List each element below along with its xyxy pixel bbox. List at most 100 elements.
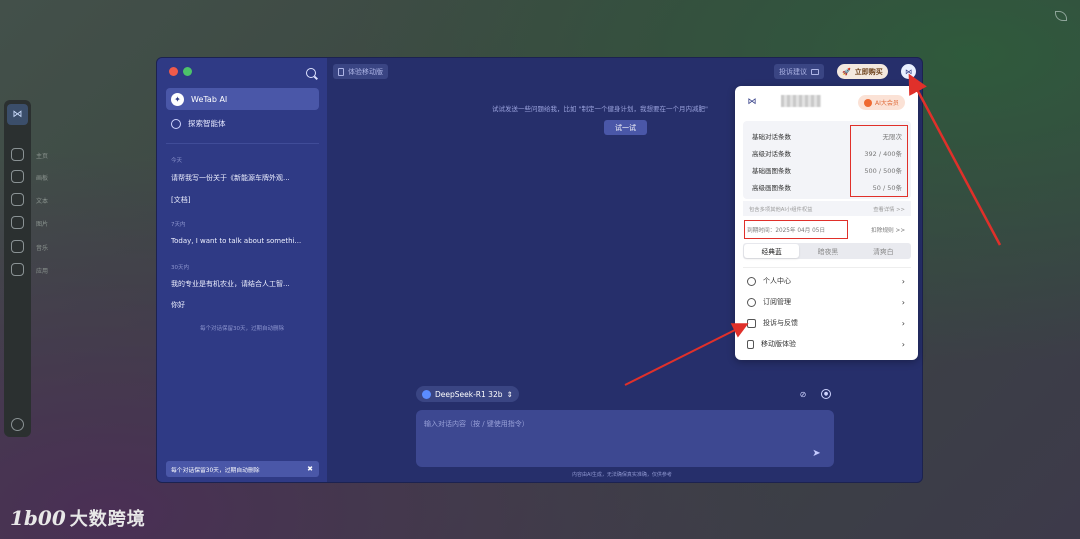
member-icon	[864, 98, 872, 107]
perk-text: 包含多项其他AI小组件权益	[749, 206, 813, 213]
prompt-hint: 试试发送一些问题给我，比如 "制定一个健身计划，我想要在一个月内减肥"	[492, 105, 709, 113]
perk-row[interactable]: 包含多项其他AI小组件权益 查看详情 >>	[743, 201, 911, 216]
dock-label-apps: 应用	[36, 268, 49, 275]
avatar[interactable]: ⋈	[901, 64, 916, 79]
sidebar: ✦ WeTab AI 探索智能体 今天 请帮我写一份关于《新能源车牌外观... …	[157, 58, 327, 482]
dock-label-home: 主页	[36, 153, 49, 160]
member-badge[interactable]: AI大会员	[858, 95, 905, 110]
banner-text: 每个对话保留30天，过期自动删除	[171, 467, 260, 474]
window-controls	[169, 67, 192, 76]
model-name: DeepSeek-R1 32b	[435, 389, 503, 399]
buy-now-label: 立即购买	[854, 67, 883, 76]
new-chat-icon[interactable]: ●	[821, 389, 831, 399]
subscription-icon	[747, 297, 756, 307]
sidebar-item-explore[interactable]: 探索智能体	[171, 118, 226, 129]
explore-icon	[171, 118, 181, 129]
maximize-dot[interactable]	[183, 67, 192, 76]
theme-switcher: 经典蓝 暗夜黑 清爽白	[743, 243, 911, 259]
conversation-item[interactable]: 你好	[171, 300, 316, 310]
conversation-item[interactable]: [文档]	[171, 195, 316, 205]
menu-subscription[interactable]: 订阅管理 ›	[747, 295, 905, 309]
deduction-rule-link[interactable]: 扣除规则 >>	[871, 225, 905, 234]
member-badge-label: AI大会员	[875, 100, 899, 107]
dock-label-music: 音乐	[36, 245, 49, 252]
input-placeholder: 输入对话内容（按 / 键使用指令）	[424, 420, 529, 428]
chevron-right-icon: ›	[901, 318, 905, 328]
mobile-version-button[interactable]: 体验移动版	[333, 64, 388, 79]
phone-icon	[747, 339, 754, 349]
dock-label-board: 画板	[36, 175, 49, 182]
brand-logo: 1b00	[10, 506, 66, 530]
menu-mobile[interactable]: 移动版体验 ›	[747, 337, 905, 351]
close-dot[interactable]	[169, 67, 178, 76]
wetab-ai-icon: ✦	[171, 92, 184, 106]
retention-note: 每个对话保留30天，过期自动删除	[200, 326, 284, 332]
conversation-item[interactable]: Today, I want to talk about somethi...	[171, 237, 316, 245]
quota-label: 高级画图条数	[752, 184, 791, 192]
highlight-box-expiry	[744, 220, 848, 239]
chevron-right-icon: ›	[901, 297, 905, 307]
quota-label: 高级对话条数	[752, 150, 791, 158]
dock-label-text: 文本	[36, 198, 49, 205]
retention-banner: 每个对话保留30天，过期自动删除 ✖	[166, 461, 319, 477]
group-label-today: 今天	[171, 158, 183, 164]
dock-label-image: 图片	[36, 221, 49, 228]
menu-label: 订阅管理	[763, 298, 791, 306]
theme-dark[interactable]: 暗夜黑	[800, 243, 855, 259]
rocket-icon: 🚀	[842, 67, 851, 76]
clear-icon[interactable]: ⊘	[798, 389, 808, 399]
send-icon[interactable]: ➤	[811, 448, 822, 459]
sidebar-item-label: 探索智能体	[188, 119, 226, 128]
sidebar-item-wetab-ai[interactable]: ✦ WeTab AI	[166, 88, 319, 110]
theme-light[interactable]: 清爽白	[856, 243, 911, 259]
divider	[166, 143, 319, 144]
chevron-updown-icon: ⇕	[506, 389, 513, 399]
theme-classic-blue[interactable]: 经典蓝	[744, 244, 800, 258]
menu-personal-center[interactable]: 个人中心 ›	[747, 274, 905, 288]
model-selector[interactable]: DeepSeek-R1 32b ⇕	[416, 386, 519, 402]
home-icon[interactable]	[11, 148, 24, 161]
quota-label: 基础画图条数	[752, 167, 791, 175]
text-icon[interactable]	[11, 193, 24, 206]
add-icon[interactable]	[11, 418, 24, 431]
try-button[interactable]: 试一试	[604, 120, 647, 135]
message-icon	[811, 68, 819, 75]
arrow-to-avatar	[908, 73, 1002, 246]
perk-link[interactable]: 查看详情 >>	[873, 205, 905, 213]
feedback-icon	[747, 318, 756, 328]
menu-label: 个人中心	[763, 277, 791, 285]
menu-feedback[interactable]: 投诉与反馈 ›	[747, 316, 905, 330]
avatar-icon: ⋈	[747, 97, 757, 107]
search-icon[interactable]	[306, 68, 316, 78]
sidebar-item-label: WeTab AI	[191, 94, 228, 104]
board-icon[interactable]	[11, 170, 24, 183]
feedback-label: 投诉建议	[779, 67, 807, 76]
deepseek-icon	[422, 389, 431, 399]
mobile-version-label: 体验移动版	[348, 67, 383, 76]
brand-text: 大数跨境	[69, 509, 146, 530]
username-blurred	[781, 95, 821, 107]
wetab-logo-icon[interactable]: ⋈	[7, 104, 28, 125]
buy-now-button[interactable]: 🚀 立即购买	[837, 64, 888, 79]
leaf-icon[interactable]	[1055, 11, 1067, 21]
chevron-right-icon: ›	[901, 339, 905, 349]
close-icon[interactable]: ✖	[307, 465, 313, 473]
ai-disclaimer: 内容由AI生成，无法确保真实准确，仅供参考	[572, 472, 672, 478]
chevron-right-icon: ›	[901, 276, 905, 286]
watermark: 1b00 大数跨境	[10, 505, 146, 531]
chat-input[interactable]: 输入对话内容（按 / 键使用指令） ➤	[416, 410, 834, 467]
image-icon[interactable]	[11, 216, 24, 229]
account-popup: ⋈ AI大会员 基础对话条数 无限次 高级对话条数 392 / 400条 基础画图条…	[735, 86, 918, 360]
left-dock: ⋈	[4, 100, 31, 437]
divider	[743, 267, 911, 268]
menu-label: 投诉与反馈	[763, 319, 798, 327]
conversation-item[interactable]: 请帮我写一份关于《新能源车牌外观...	[171, 173, 316, 183]
conversation-item[interactable]: 我的专业是有机农业，请结合人工智...	[171, 279, 316, 289]
user-icon	[747, 276, 756, 286]
feedback-button[interactable]: 投诉建议	[774, 64, 824, 79]
quota-label: 基础对话条数	[752, 133, 791, 141]
highlight-box-quota	[850, 125, 908, 197]
apps-icon[interactable]	[11, 263, 24, 276]
music-icon[interactable]	[11, 240, 24, 253]
group-label-30days: 30天内	[171, 265, 189, 271]
